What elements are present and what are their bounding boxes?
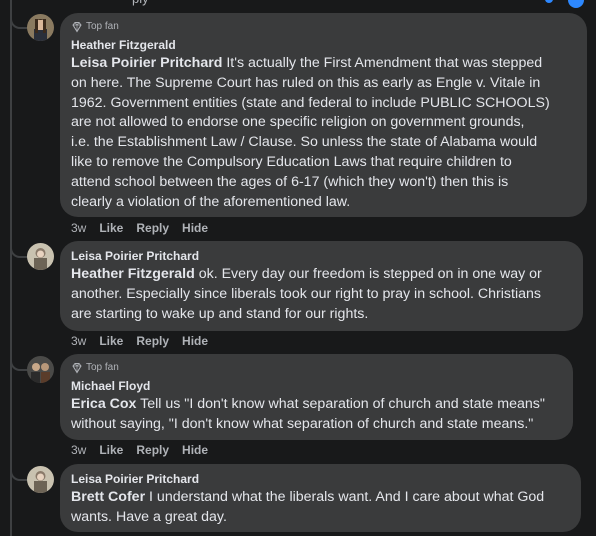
text-line: another. Especially since liberals took … [71,285,541,302]
diamond-icon [72,21,82,32]
hide-button[interactable]: Hide [182,334,208,348]
unread-dot [545,0,553,3]
timestamp[interactable]: 3w [71,334,86,348]
thread-connector [10,465,28,481]
like-button[interactable]: Like [99,334,123,348]
hide-button[interactable]: Hide [182,221,208,235]
text-line: It's actually the First Amendment that w… [222,55,543,71]
like-button[interactable]: Like [99,443,123,457]
comment-bubble: Leisa Poirier Pritchard Brett Cofer I un… [60,464,581,532]
comment-actions: 3w Like Reply Hide [71,443,221,457]
comment-text: Leisa Poirier Pritchard It's actually th… [71,54,576,212]
timestamp[interactable]: 3w [71,443,86,457]
avatar[interactable] [27,466,54,493]
text-line: are starting to wake up and stand for ou… [71,305,369,322]
comment-author[interactable]: Heather Fitzgerald [71,37,576,53]
comment-actions: 3w Like Reply Hide [71,221,221,235]
mention-link[interactable]: Brett Cofer [71,489,145,505]
avatar[interactable] [27,356,54,383]
text-line: Tell us "I don't know what separation of… [136,396,545,412]
avatar[interactable] [27,14,54,41]
badge-label: Top fan [86,362,119,373]
text-line: on here. The Supreme Court has ruled on … [71,74,541,91]
text-line: I understand what the liberals want. And… [145,489,545,505]
top-fan-badge: Top fan [71,20,576,33]
comment-bubble: Top fan Michael Floyd Erica Cox Tell us … [60,354,573,440]
mention-link[interactable]: Heather Fitzgerald [71,266,195,282]
text-line: wants. Have a great day. [71,508,227,525]
text-line: ok. Every day our freedom is stepped on … [194,266,542,282]
like-button[interactable]: Like [99,221,123,235]
top-fan-badge: Top fan [71,361,562,374]
hide-button[interactable]: Hide [182,443,208,457]
reply-button[interactable]: Reply [136,221,169,235]
comment-author[interactable]: Leisa Poirier Pritchard [71,471,570,487]
comment-actions: 3w Like Reply Hide [71,334,221,348]
comment-bubble: Leisa Poirier Pritchard Heather Fitzgera… [60,241,583,331]
cutoff-text: ply [132,0,149,6]
text-line: are not allowed to endorse one specific … [71,114,525,131]
text-line: like to remove the Compulsory Education … [71,153,512,170]
text-line: attend school between the ages of 6-17 (… [71,173,509,190]
text-line: i.e. the Establishment Law / Clause. So … [71,134,538,151]
thread-connector [10,242,28,258]
reply-button[interactable]: Reply [136,443,169,457]
reply-button[interactable]: Reply [136,334,169,348]
reaction-badge[interactable] [568,0,584,8]
comment-thread: ply Top fan Heather [0,0,596,536]
text-line: 1962. Government entities (state and fed… [71,94,550,111]
comment-text: Brett Cofer I understand what the libera… [71,488,570,528]
badge-label: Top fan [86,21,119,32]
text-line: clearly a violation of the aforementione… [71,193,351,210]
thread-connector [10,355,28,371]
comment-text: Heather Fitzgerald ok. Every day our fre… [71,265,572,324]
comment-text: Erica Cox Tell us "I don't know what sep… [71,395,562,435]
mention-link[interactable]: Erica Cox [71,396,136,412]
thread-line [10,0,12,536]
mention-link[interactable]: Leisa Poirier Pritchard [71,55,222,71]
comment-author[interactable]: Leisa Poirier Pritchard [71,248,572,264]
comment-author[interactable]: Michael Floyd [71,378,562,394]
timestamp[interactable]: 3w [71,221,86,235]
diamond-icon [72,362,82,373]
thread-connector [10,13,28,29]
previous-comment-cutoff: ply [0,0,596,8]
avatar[interactable] [27,243,54,270]
comment-bubble: Top fan Heather Fitzgerald Leisa Poirier… [60,13,587,217]
text-line: without saying, "I don't know what separ… [71,415,534,432]
